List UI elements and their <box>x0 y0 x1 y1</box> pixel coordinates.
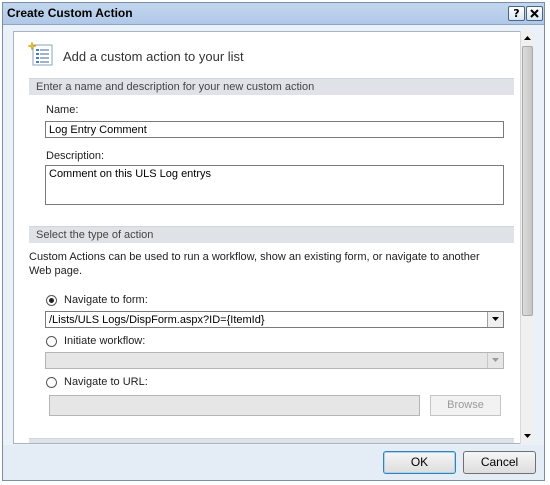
navigate-to-url-radio[interactable] <box>46 377 57 388</box>
name-section-heading: Enter a name and description for your ne… <box>29 78 514 95</box>
browse-button[interactable]: Browse <box>430 395 501 416</box>
dialog-content: Add a custom action to your list Enter a… <box>13 31 533 444</box>
action-type-description: Custom Actions can be used to run a work… <box>29 251 480 277</box>
description-input[interactable]: Comment on this ULS Log entrys <box>45 165 504 205</box>
dialog-title: Create Custom Action <box>7 6 133 20</box>
description-label: Description: <box>46 150 105 162</box>
chevron-down-icon <box>524 434 531 438</box>
url-input[interactable] <box>49 395 420 416</box>
form-select-dropdown[interactable] <box>487 312 503 327</box>
scroll-down-button[interactable] <box>521 430 534 444</box>
list-add-icon <box>27 41 53 66</box>
close-button[interactable] <box>526 6 543 21</box>
initiate-workflow-label[interactable]: Initiate workflow: <box>64 335 145 347</box>
ok-button[interactable]: OK <box>383 451 456 474</box>
navigate-to-form-label[interactable]: Navigate to form: <box>64 294 148 306</box>
workflow-select-dropdown[interactable] <box>487 353 503 368</box>
title-bar[interactable]: Create Custom Action ? <box>3 3 544 25</box>
navigate-to-url-label[interactable]: Navigate to URL: <box>64 376 148 388</box>
create-custom-action-dialog: Create Custom Action ? Add a custom acti… <box>2 2 545 481</box>
name-input[interactable] <box>45 121 504 138</box>
dialog-header-text: Add a custom action to your list <box>63 49 244 64</box>
form-select[interactable]: /Lists/ULS Logs/DispForm.aspx?ID={ItemId… <box>45 311 504 328</box>
initiate-workflow-radio[interactable] <box>46 336 57 347</box>
chevron-down-icon <box>492 358 499 362</box>
cancel-button[interactable]: Cancel <box>463 451 536 474</box>
chevron-up-icon <box>524 36 531 40</box>
next-section-heading-partial <box>29 438 514 443</box>
scroll-thumb[interactable] <box>522 46 533 316</box>
close-icon <box>530 9 539 18</box>
help-button[interactable]: ? <box>508 6 525 21</box>
chevron-down-icon <box>492 317 499 321</box>
workflow-select[interactable] <box>45 352 504 369</box>
scroll-up-button[interactable] <box>521 31 534 45</box>
vertical-scrollbar[interactable] <box>520 31 534 444</box>
navigate-to-form-radio[interactable] <box>46 295 57 306</box>
action-type-section-heading: Select the type of action <box>29 226 514 243</box>
form-select-value: /Lists/ULS Logs/DispForm.aspx?ID={ItemId… <box>49 314 265 326</box>
name-label: Name: <box>46 104 79 116</box>
